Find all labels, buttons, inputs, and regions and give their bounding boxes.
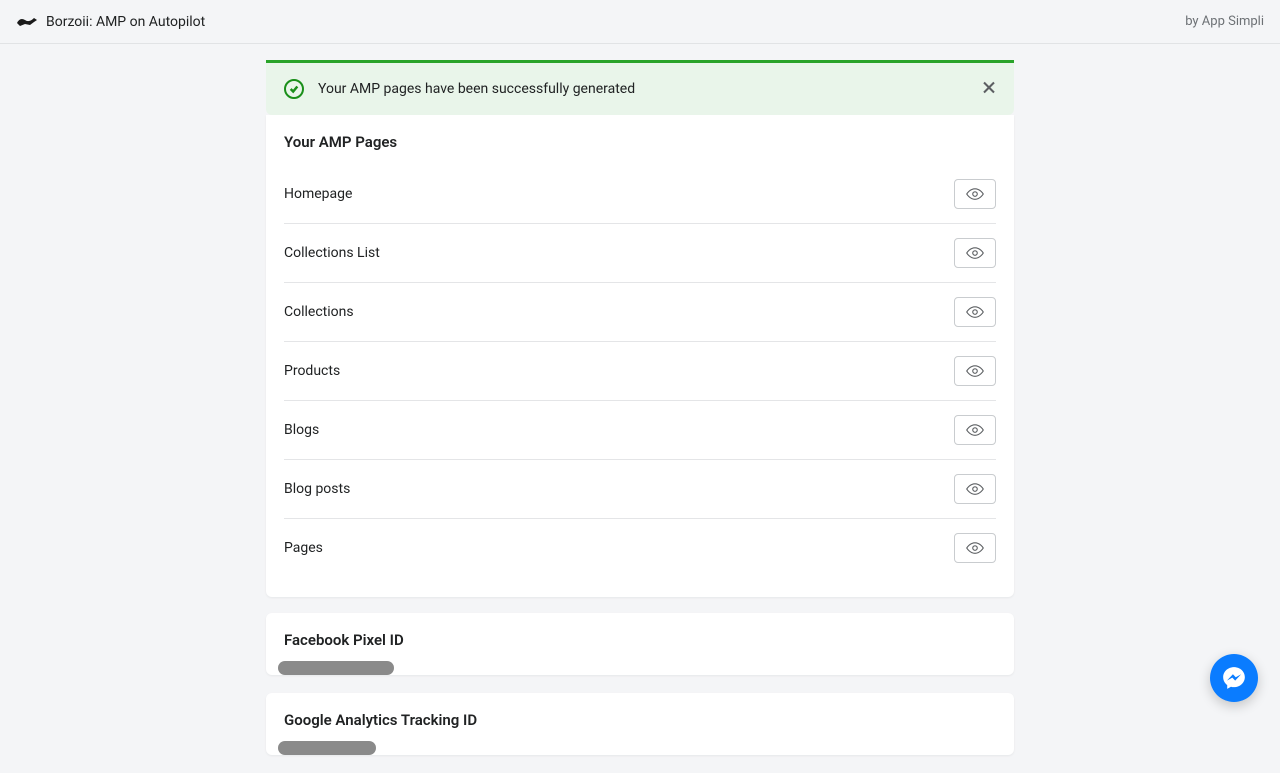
page-row-products: Products [284,342,996,401]
preview-button[interactable] [954,533,996,563]
preview-button[interactable] [954,179,996,209]
eye-icon [966,185,984,203]
page-row-collections: Collections [284,283,996,342]
success-banner: Your AMP pages have been successfully ge… [266,60,1014,115]
check-circle-icon [284,79,304,99]
facebook-pixel-title: Facebook Pixel ID [266,613,1014,661]
page-row-collections-list: Collections List [284,224,996,283]
facebook-pixel-input-placeholder[interactable] [278,661,394,675]
amp-pages-title: Your AMP Pages [266,115,1014,165]
page-label: Blogs [284,422,319,438]
page-row-blog-posts: Blog posts [284,460,996,519]
eye-icon [966,480,984,498]
preview-button[interactable] [954,474,996,504]
app-title: Borzoii: AMP on Autopilot [46,14,205,30]
page-row-pages: Pages [284,519,996,577]
google-analytics-title: Google Analytics Tracking ID [266,693,1014,741]
topbar: Borzoii: AMP on Autopilot by App Simpli [0,0,1280,44]
google-analytics-input-placeholder[interactable] [278,741,376,755]
banner-message: Your AMP pages have been successfully ge… [318,81,635,97]
close-icon [982,81,996,95]
banner-close-button[interactable] [978,77,1000,102]
page-row-homepage: Homepage [284,165,996,224]
eye-icon [966,303,984,321]
eye-icon [966,421,984,439]
page-label: Pages [284,540,323,556]
page-row-blogs: Blogs [284,401,996,460]
page-label: Homepage [284,186,352,202]
page-label: Collections List [284,245,380,261]
messenger-icon [1221,665,1247,691]
page-label: Collections [284,304,354,320]
page-label: Products [284,363,340,379]
main: Your AMP pages have been successfully ge… [0,44,1280,773]
by-line: by App Simpli [1185,14,1264,29]
eye-icon [966,244,984,262]
eye-icon [966,539,984,557]
preview-button[interactable] [954,297,996,327]
topbar-left: Borzoii: AMP on Autopilot [16,13,205,31]
google-analytics-card: Google Analytics Tracking ID [266,693,1014,755]
amp-pages-list: Homepage Collections List Collections [284,165,996,577]
page-label: Blog posts [284,481,350,497]
preview-button[interactable] [954,415,996,445]
preview-button[interactable] [954,356,996,386]
messenger-chat-button[interactable] [1210,654,1258,702]
eye-icon [966,362,984,380]
facebook-pixel-card: Facebook Pixel ID [266,613,1014,675]
container: Your AMP pages have been successfully ge… [266,60,1014,773]
borzoii-logo-icon [16,13,38,31]
preview-button[interactable] [954,238,996,268]
amp-pages-card: Your AMP Pages Homepage Collections List [266,115,1014,597]
